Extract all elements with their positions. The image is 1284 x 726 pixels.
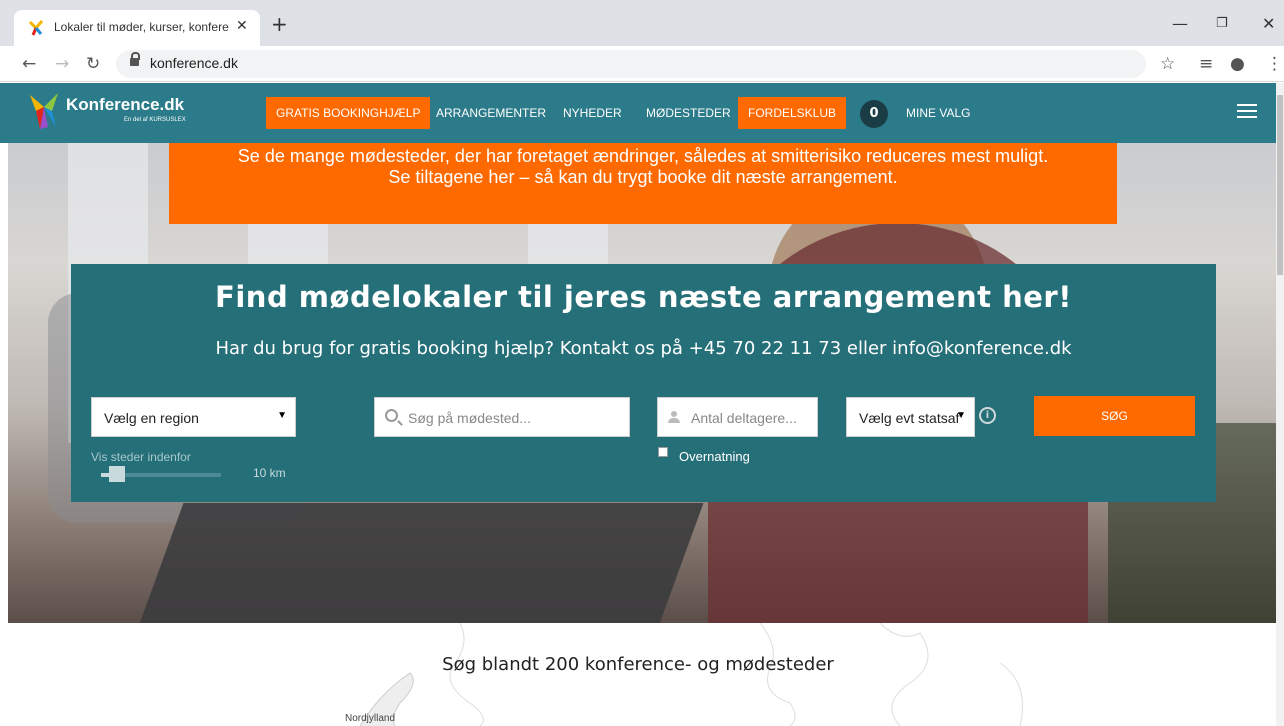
browser-toolbar: ← → ↻ konference.dk ☆ ≡ ● ⋮ [0, 46, 1284, 82]
search-panel: Find mødelokaler til jeres næste arrange… [71, 264, 1216, 502]
hamburger-menu-icon[interactable] [1237, 104, 1257, 120]
site-favicon-icon [28, 20, 44, 36]
lock-icon [130, 52, 140, 66]
state-select-value: Vælg evt statsaf [859, 410, 960, 426]
nav-arrangementer[interactable]: ARRANGEMENTER [426, 97, 556, 129]
venue-search-placeholder: Søg på mødested... [408, 410, 531, 426]
overnight-label: Overnatning [679, 449, 750, 464]
search-title: Find mødelokaler til jeres næste arrange… [215, 280, 1072, 314]
browser-tabbar: Lokaler til møder, kurser, konfere ✕ + —… [0, 0, 1284, 46]
region-select[interactable]: Vælg en region ▼ [91, 397, 296, 437]
restore-icon[interactable]: ❐ [1216, 16, 1228, 31]
notice-line-1: Se de mange mødesteder, der har foretage… [237, 146, 1049, 166]
address-bar[interactable]: konference.dk [116, 50, 1146, 78]
browser-tab[interactable]: Lokaler til møder, kurser, konfere ✕ [14, 10, 260, 46]
overnight-checkbox[interactable] [658, 447, 668, 457]
nav-mine-valg[interactable]: MINE VALG [896, 97, 980, 129]
search-button[interactable]: SØG [1034, 396, 1195, 436]
selection-count-badge[interactable]: 0 [860, 100, 888, 128]
nav-gratis-bookinghjaelp[interactable]: GRATIS BOOKINGHJÆLP [266, 97, 431, 129]
distance-slider-handle[interactable] [109, 466, 125, 482]
forward-icon[interactable]: → [55, 54, 69, 74]
page-scrollbar[interactable] [1276, 83, 1284, 726]
profile-icon[interactable]: ● [1230, 54, 1245, 74]
range-value: 10 km [253, 466, 286, 480]
reload-icon[interactable]: ↻ [86, 54, 100, 74]
reading-list-icon[interactable]: ≡ [1199, 54, 1213, 74]
scrollbar-thumb[interactable] [1277, 95, 1283, 275]
site-logo[interactable]: Konference.dk En del af KURSUSLEX [28, 89, 198, 137]
search-icon [385, 409, 398, 422]
user-icon [668, 411, 680, 423]
bookmark-star-icon[interactable]: ☆ [1160, 54, 1175, 74]
chevron-down-icon: ▼ [956, 410, 966, 421]
new-tab-icon[interactable]: + [271, 14, 288, 34]
region-select-value: Vælg en region [104, 410, 199, 426]
map-heading: Søg blandt 200 konference- og mødesteder [442, 654, 834, 675]
logo-subtext: En del af KURSUSLEX [124, 117, 186, 123]
tab-close-icon[interactable]: ✕ [236, 18, 248, 34]
participants-placeholder: Antal deltagere... [691, 410, 797, 426]
window-close-icon[interactable]: ✕ [1262, 14, 1275, 33]
range-label: Vis steder indenfor [91, 450, 191, 464]
logo-mark-icon [30, 93, 58, 129]
region-label-nordjylland[interactable]: Nordjylland [345, 713, 395, 724]
nav-nyheder[interactable]: NYHEDER [553, 97, 632, 129]
map-section: Søg blandt 200 konference- og mødesteder… [0, 623, 1276, 726]
covid-notice-banner[interactable]: Se de mange mødesteder, der har foretage… [169, 143, 1117, 224]
nav-fordelsklub[interactable]: FORDELSKLUB [738, 97, 847, 129]
minimize-icon[interactable]: — [1172, 14, 1188, 33]
nav-modesteder[interactable]: MØDESTEDER [636, 97, 741, 129]
logo-text: Konference.dk [66, 95, 185, 114]
venue-search-input[interactable]: Søg på mødested... [374, 397, 630, 437]
site-header: Konference.dk En del af KURSUSLEX GRATIS… [0, 83, 1276, 143]
info-icon[interactable]: i [979, 407, 996, 424]
tab-title: Lokaler til møder, kurser, konfere [54, 20, 229, 34]
url-text: konference.dk [150, 55, 238, 71]
search-subtitle: Har du brug for gratis booking hjælp? Ko… [215, 338, 1072, 359]
state-agreement-select[interactable]: Vælg evt statsaf ▼ [846, 397, 975, 437]
back-icon[interactable]: ← [22, 54, 36, 74]
chevron-down-icon: ▼ [277, 410, 287, 421]
notice-line-2: Se tiltagene her – så kan du trygt booke… [388, 167, 898, 187]
browser-menu-icon[interactable]: ⋮ [1266, 54, 1283, 74]
participants-input[interactable]: Antal deltagere... [657, 397, 818, 437]
